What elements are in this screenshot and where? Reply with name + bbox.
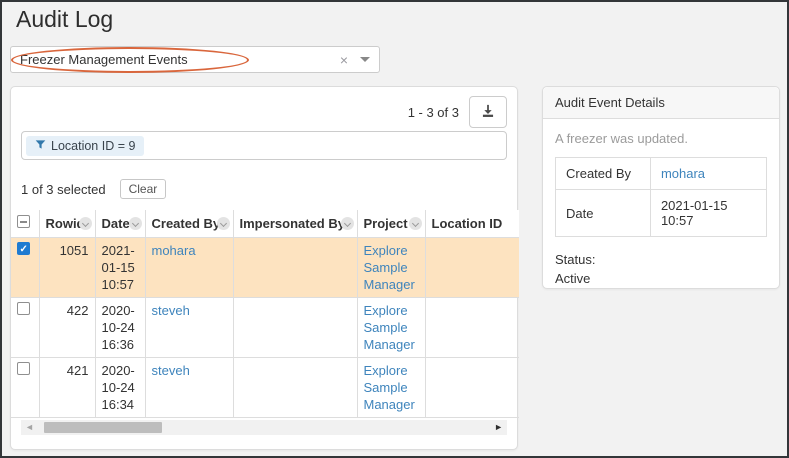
table-row[interactable]: 422 2020-10-24 16:36 steveh Explore Samp…	[11, 298, 519, 358]
page-title: Audit Log	[16, 6, 113, 33]
table-row: Date 2021-01-15 10:57	[556, 190, 767, 237]
table-row[interactable]: 1051 2021-01-15 10:57 mohara Explore Sam…	[11, 238, 519, 298]
project-link[interactable]: Explore Sample Manager	[364, 303, 415, 352]
grid-header-row: Rowid Date Created By Impersonated By Pr…	[11, 210, 519, 238]
column-menu-icon[interactable]	[409, 217, 422, 230]
cell-location-id	[425, 358, 519, 418]
column-menu-icon[interactable]	[129, 217, 142, 230]
cell-impersonated-by	[233, 358, 357, 418]
scrollbar-thumb[interactable]	[44, 422, 162, 433]
cell-date: 2020-10-24 16:34	[95, 358, 145, 418]
status-label: Status:	[555, 250, 767, 269]
row-checkbox[interactable]	[17, 242, 30, 255]
cell-impersonated-by	[233, 238, 357, 298]
column-header-project[interactable]: Project	[357, 210, 425, 238]
event-type-select-value: Freezer Management Events	[20, 52, 340, 67]
filter-bar: Location ID = 9	[21, 131, 507, 160]
column-menu-icon[interactable]	[341, 217, 354, 230]
event-type-select[interactable]: Freezer Management Events ×	[10, 46, 380, 73]
table-row: Created By mohara	[556, 158, 767, 190]
clear-selection-button[interactable]: Clear	[120, 179, 167, 199]
detail-label: Date	[556, 190, 651, 237]
filter-funnel-icon	[35, 139, 46, 153]
select-all-checkbox[interactable]	[17, 215, 30, 228]
column-menu-icon[interactable]	[79, 217, 92, 230]
project-link[interactable]: Explore Sample Manager	[364, 363, 415, 412]
cell-location-id	[425, 298, 519, 358]
created-by-link[interactable]: steveh	[152, 303, 190, 318]
chevron-down-icon[interactable]	[360, 57, 370, 62]
column-header-location-id[interactable]: Location ID	[425, 210, 519, 238]
cell-location-id	[425, 238, 519, 298]
created-by-link[interactable]: mohara	[661, 166, 705, 181]
audit-grid-table: Rowid Date Created By Impersonated By Pr…	[11, 210, 519, 418]
clear-selection-icon[interactable]: ×	[340, 52, 348, 68]
cell-rowid: 1051	[39, 238, 95, 298]
selection-count-text: 1 of 3 selected	[21, 182, 106, 197]
project-link[interactable]: Explore Sample Manager	[364, 243, 415, 292]
detail-label: Created By	[556, 158, 651, 190]
horizontal-scrollbar[interactable]: ◄ ►	[21, 420, 507, 435]
audit-log-page: { "page": { "title": "Audit Log" }, "eve…	[0, 0, 789, 458]
audit-grid-panel: 1 - 3 of 3 Location ID = 9 1 of 3 select…	[10, 86, 518, 450]
cell-rowid: 421	[39, 358, 95, 418]
export-button[interactable]	[469, 96, 507, 128]
column-header-created-by[interactable]: Created By	[145, 210, 233, 238]
cell-rowid: 422	[39, 298, 95, 358]
details-panel-body: A freezer was updated. Created By mohara…	[543, 119, 779, 300]
scroll-left-icon[interactable]: ◄	[21, 420, 38, 435]
status-value: Active	[555, 269, 767, 288]
column-menu-icon[interactable]	[217, 217, 230, 230]
event-description: A freezer was updated.	[555, 131, 767, 146]
details-panel-title: Audit Event Details	[543, 87, 779, 119]
detail-value: 2021-01-15 10:57	[650, 190, 766, 237]
column-header-rowid[interactable]: Rowid	[39, 210, 95, 238]
status-block: Status: Active	[555, 250, 767, 288]
download-icon	[481, 104, 495, 121]
filter-chip[interactable]: Location ID = 9	[26, 136, 144, 156]
created-by-link[interactable]: mohara	[152, 243, 196, 258]
scroll-right-icon[interactable]: ►	[490, 420, 507, 435]
column-header-date[interactable]: Date	[95, 210, 145, 238]
selection-row: 1 of 3 selected Clear	[21, 179, 507, 199]
created-by-link[interactable]: steveh	[152, 363, 190, 378]
column-header-impersonated-by[interactable]: Impersonated By	[233, 210, 357, 238]
filter-chip-label: Location ID = 9	[51, 139, 135, 153]
event-detail-table: Created By mohara Date 2021-01-15 10:57	[555, 157, 767, 237]
audit-event-details-panel: Audit Event Details A freezer was update…	[542, 86, 780, 289]
cell-date: 2021-01-15 10:57	[95, 238, 145, 298]
cell-impersonated-by	[233, 298, 357, 358]
cell-date: 2020-10-24 16:36	[95, 298, 145, 358]
row-checkbox[interactable]	[17, 362, 30, 375]
table-row[interactable]: 421 2020-10-24 16:34 steveh Explore Samp…	[11, 358, 519, 418]
pagination-text: 1 - 3 of 3	[408, 105, 459, 120]
row-checkbox[interactable]	[17, 302, 30, 315]
